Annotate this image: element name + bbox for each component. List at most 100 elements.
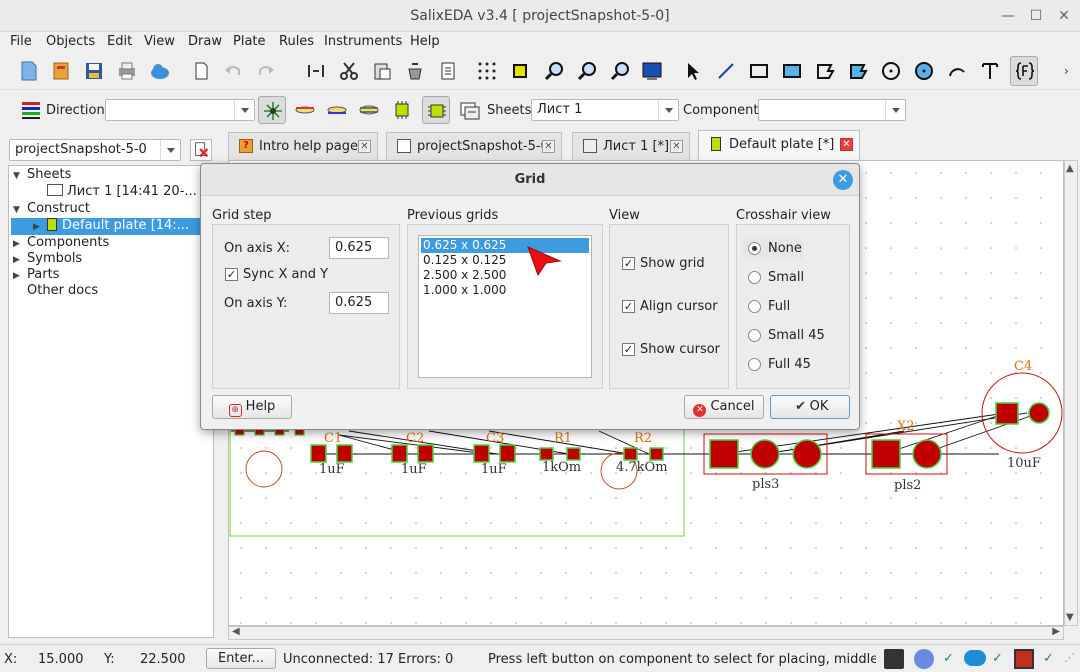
- ok-button[interactable]: ✔ OK: [770, 395, 850, 419]
- menu-draw[interactable]: Draw: [188, 34, 222, 49]
- scroll-right-icon[interactable]: ▶: [1052, 626, 1060, 637]
- tree-item-sheet-1[interactable]: Лист 1 [14:41 20-...: [47, 184, 197, 201]
- undo-icon[interactable]: [222, 60, 244, 82]
- tree-item-parts[interactable]: ▶ Parts: [13, 267, 59, 284]
- close-window-icon[interactable]: ✕: [1054, 6, 1074, 26]
- redo-icon[interactable]: [255, 60, 277, 82]
- new-page-icon[interactable]: [190, 60, 212, 82]
- crosshair-full45-radio[interactable]: [748, 358, 761, 371]
- list-item[interactable]: 0.625 x 0.625: [421, 238, 589, 253]
- new-file-icon[interactable]: [18, 60, 40, 82]
- clear-icon[interactable]: [404, 60, 426, 82]
- layer-all-icon[interactable]: [258, 96, 286, 124]
- align-cursor-checkbox[interactable]: ✓: [622, 300, 635, 313]
- minimize-icon[interactable]: —: [998, 6, 1018, 26]
- menu-plate[interactable]: Plate: [233, 34, 266, 49]
- save-icon[interactable]: [83, 60, 105, 82]
- layer-top-icon[interactable]: [294, 99, 316, 121]
- tree-item-sheets[interactable]: ▼ Sheets: [13, 167, 71, 184]
- layer-bottom-icon[interactable]: [326, 99, 348, 121]
- tree-item-default-plate[interactable]: ▶ Default plate [14:...: [11, 218, 213, 235]
- project-selector[interactable]: projectSnapshot-5-0: [9, 139, 181, 161]
- library-icon[interactable]: [1014, 649, 1034, 669]
- zoom-out-icon[interactable]: [576, 60, 598, 82]
- zoom-area-icon[interactable]: [609, 60, 631, 82]
- paste-icon[interactable]: [371, 60, 393, 82]
- resize-grip-icon[interactable]: ⋰: [1064, 651, 1075, 664]
- cloud-sync-icon[interactable]: [964, 650, 986, 666]
- axis-y-input[interactable]: 0.625: [329, 292, 389, 314]
- direction-combo[interactable]: [105, 99, 255, 121]
- tree-item-other-docs[interactable]: Other docs: [27, 283, 98, 300]
- field-icon[interactable]: [1010, 56, 1038, 86]
- remove-project-icon[interactable]: [190, 139, 212, 161]
- draw-filled-polygon-icon[interactable]: [847, 60, 869, 82]
- sheets-combo[interactable]: Лист 1: [531, 99, 679, 121]
- menu-view[interactable]: View: [144, 34, 175, 49]
- horizontal-scrollbar[interactable]: ◀ ▶: [228, 626, 1064, 640]
- scroll-down-icon[interactable]: ▼: [1066, 612, 1074, 623]
- tree-item-construct[interactable]: ▼ Construct: [13, 201, 90, 218]
- help-button[interactable]: ⊕ Help: [212, 395, 292, 419]
- render-icon[interactable]: [914, 649, 934, 669]
- list-item[interactable]: 0.125 x 0.125: [421, 253, 589, 268]
- chip-icon[interactable]: [391, 99, 413, 121]
- notes-icon[interactable]: [437, 60, 459, 82]
- axis-x-input[interactable]: 0.625: [329, 237, 389, 259]
- tab-intro-help[interactable]: ? Intro help page ✕: [228, 132, 378, 160]
- show-cursor-checkbox[interactable]: ✓: [622, 343, 635, 356]
- select-arrow-icon[interactable]: [682, 60, 704, 82]
- print-icon[interactable]: [116, 60, 138, 82]
- list-item[interactable]: 2.500 x 2.500: [421, 268, 589, 283]
- menu-file[interactable]: File: [10, 34, 32, 49]
- draw-line-icon[interactable]: [715, 60, 737, 82]
- grid-dots-icon[interactable]: [476, 60, 498, 82]
- mirror-icon[interactable]: [305, 60, 327, 82]
- tree-item-symbols[interactable]: ▶ Symbols: [13, 251, 82, 268]
- menu-rules[interactable]: Rules: [279, 34, 314, 49]
- close-tab-icon[interactable]: ✕: [358, 140, 371, 153]
- open-file-icon[interactable]: [50, 60, 72, 82]
- 3d-view-icon[interactable]: [641, 60, 663, 82]
- dialog-close-icon[interactable]: ✕: [833, 170, 853, 190]
- menu-instruments[interactable]: Instruments: [324, 34, 402, 49]
- draw-arc-icon[interactable]: [946, 60, 968, 82]
- tree-item-components[interactable]: ▶ Components: [13, 235, 109, 252]
- menu-edit[interactable]: Edit: [107, 34, 132, 49]
- crosshair-none-radio[interactable]: [748, 242, 761, 255]
- draw-circle-icon[interactable]: [880, 60, 902, 82]
- draw-filled-circle-icon[interactable]: [913, 60, 935, 82]
- draw-filled-rect-icon[interactable]: [781, 60, 803, 82]
- close-tab-icon[interactable]: ✕: [840, 138, 853, 151]
- component-combo[interactable]: [758, 99, 906, 121]
- tab-default-plate[interactable]: Default plate [*] ✕: [698, 130, 860, 160]
- chip-selected-icon[interactable]: [422, 96, 450, 124]
- cut-icon[interactable]: [338, 60, 360, 82]
- scroll-left-icon[interactable]: ◀: [232, 626, 240, 637]
- zoom-in-icon[interactable]: [543, 60, 565, 82]
- cloud-icon[interactable]: [149, 60, 171, 82]
- crosshair-small45-radio[interactable]: [748, 329, 761, 342]
- zoom-fit-icon[interactable]: [509, 60, 531, 82]
- cancel-button[interactable]: ✕ Cancel: [684, 395, 764, 419]
- vertical-scrollbar[interactable]: ▲ ▼: [1064, 160, 1078, 626]
- toolbar-more-icon[interactable]: ›: [1064, 64, 1069, 78]
- close-tab-icon[interactable]: ✕: [670, 140, 683, 153]
- draw-rect-icon[interactable]: [748, 60, 770, 82]
- previous-grids-list[interactable]: 0.625 x 0.625 0.125 x 0.125 2.500 x 2.50…: [418, 235, 592, 378]
- draw-polygon-icon[interactable]: [814, 60, 836, 82]
- draw-text-icon[interactable]: [979, 60, 1001, 82]
- layer-both-icon[interactable]: [358, 99, 380, 121]
- maximize-icon[interactable]: ☐: [1026, 6, 1046, 26]
- record-icon[interactable]: [884, 649, 904, 669]
- menu-objects[interactable]: Objects: [46, 34, 95, 49]
- crosshair-small-radio[interactable]: [748, 271, 761, 284]
- show-grid-checkbox[interactable]: ✓: [622, 257, 635, 270]
- crosshair-full-radio[interactable]: [748, 300, 761, 313]
- menu-help[interactable]: Help: [410, 34, 440, 49]
- list-item[interactable]: 1.000 x 1.000: [421, 283, 589, 298]
- close-tab-icon[interactable]: ✕: [542, 140, 555, 153]
- tab-sheet-1[interactable]: Лист 1 [*] ✕: [572, 132, 690, 160]
- scroll-up-icon[interactable]: ▲: [1066, 163, 1074, 174]
- sync-checkbox[interactable]: ✓: [225, 268, 238, 281]
